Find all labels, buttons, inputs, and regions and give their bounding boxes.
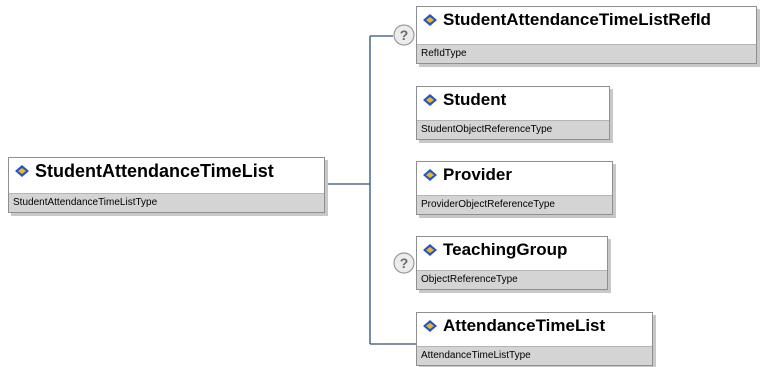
- root-element-type: StudentAttendanceTimeListType: [9, 193, 324, 212]
- optional-marker: ?: [400, 27, 409, 43]
- element-diamond-icon: [423, 320, 437, 332]
- child-element-name: StudentAttendanceTimeListRefId: [443, 10, 711, 29]
- child-element-name: AttendanceTimeList: [443, 316, 606, 335]
- child-element-name: TeachingGroup: [443, 240, 568, 259]
- child-element-type: ObjectReferenceType: [417, 270, 607, 289]
- child-element-type: ProviderObjectReferenceType: [417, 195, 612, 214]
- element-diamond-icon: [423, 94, 437, 106]
- child-element-type: RefIdType: [417, 44, 756, 63]
- child-element-header: Provider: [417, 162, 612, 188]
- root-element-header: StudentAttendanceTimeList: [9, 158, 324, 184]
- child-element-header: TeachingGroup: [417, 237, 607, 263]
- optional-marker: ?: [400, 255, 409, 271]
- optional-question-icon: ?: [393, 24, 415, 46]
- child-element-header: Student: [417, 87, 609, 113]
- child-element-header: StudentAttendanceTimeListRefId: [417, 7, 756, 33]
- child-element-box-student[interactable]: Student StudentObjectReferenceType: [416, 86, 610, 140]
- child-element-type: AttendanceTimeListType: [417, 346, 652, 365]
- child-element-box-refid[interactable]: StudentAttendanceTimeListRefId RefIdType: [416, 6, 757, 64]
- child-element-name: Provider: [443, 165, 512, 184]
- element-diamond-icon: [15, 165, 29, 177]
- element-diamond-icon: [423, 14, 437, 26]
- child-element-name: Student: [443, 90, 507, 109]
- element-diamond-icon: [423, 244, 437, 256]
- child-element-box-attendancetimelist[interactable]: AttendanceTimeList AttendanceTimeListTyp…: [416, 312, 653, 366]
- root-element-name: StudentAttendanceTimeList: [35, 160, 274, 181]
- child-element-header: AttendanceTimeList: [417, 313, 652, 339]
- child-element-box-teachinggroup[interactable]: TeachingGroup ObjectReferenceType: [416, 236, 608, 290]
- child-element-type: StudentObjectReferenceType: [417, 120, 609, 139]
- element-diamond-icon: [423, 169, 437, 181]
- optional-question-icon: ?: [393, 252, 415, 274]
- child-element-box-provider[interactable]: Provider ProviderObjectReferenceType: [416, 161, 613, 215]
- root-element-box[interactable]: StudentAttendanceTimeList StudentAttenda…: [8, 157, 325, 213]
